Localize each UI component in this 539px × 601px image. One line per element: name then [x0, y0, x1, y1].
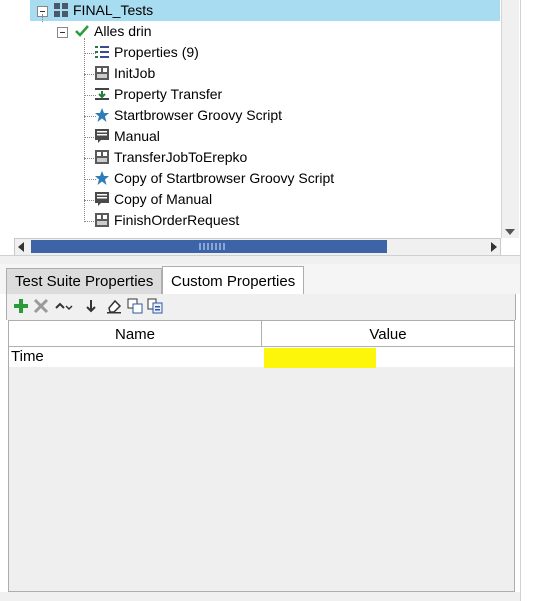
tree-item-label: FINAL_Tests: [73, 2, 154, 18]
tree-horizontal-scrollbar[interactable]: [14, 238, 501, 256]
chevron-down-icon[interactable]: [65, 298, 73, 314]
side-panel-edge: [520, 0, 539, 601]
bottom-border: [0, 592, 520, 601]
column-header-name[interactable]: Name: [9, 321, 262, 346]
tree-item-label: Property Transfer: [114, 86, 223, 102]
tree-item-label: Alles drin: [94, 23, 152, 39]
property-transfer-icon: [95, 87, 109, 101]
tree-item-transferjobtoerepko[interactable]: TransferJobToErepko: [0, 147, 500, 168]
tree-item-startbrowser-groovy-script[interactable]: Startbrowser Groovy Script: [0, 105, 500, 126]
manual-icon: [95, 192, 109, 206]
property-value-cell[interactable]: [264, 348, 376, 368]
properties-toolbar: [6, 294, 516, 320]
project-tree: FINAL_Tests Alles drin Properties (9) In…: [0, 0, 520, 240]
tree-item-final-tests[interactable]: FINAL_Tests: [0, 0, 500, 21]
properties-icon: [95, 45, 109, 59]
tree-item-label: Properties (9): [114, 44, 199, 60]
copy-icon[interactable]: [127, 298, 143, 314]
tree-item-copy-of-manual[interactable]: Copy of Manual: [0, 189, 500, 210]
tree-item-label: FinishOrderRequest: [114, 212, 240, 228]
scrollbar-thumb[interactable]: [31, 240, 387, 253]
panel-splitter[interactable]: [0, 255, 520, 264]
tree-item-label: Copy of Manual: [114, 191, 213, 207]
checkmark-icon: [75, 24, 89, 38]
tree-item-label: InitJob: [114, 65, 156, 81]
load-icon[interactable]: [147, 298, 163, 314]
star-icon: [95, 108, 109, 122]
tree-item-label: Startbrowser Groovy Script: [114, 107, 283, 123]
grip-icon: [199, 243, 225, 250]
property-name-cell[interactable]: Time: [11, 348, 44, 365]
table-header: Name Value: [9, 321, 514, 347]
job-step-icon: [95, 213, 109, 227]
properties-table: Name Value Time: [8, 320, 515, 592]
tree-item-properties[interactable]: Properties (9): [0, 42, 500, 63]
tree-item-label: Manual: [114, 128, 160, 144]
job-step-icon: [95, 66, 109, 80]
tree-item-copy-of-startbrowser-groovy-script[interactable]: Copy of Startbrowser Groovy Script: [0, 168, 500, 189]
clear-icon[interactable]: [106, 298, 122, 314]
table-row[interactable]: Time: [9, 347, 514, 368]
tree-item-manual[interactable]: Manual: [0, 126, 500, 147]
job-step-icon: [95, 150, 109, 164]
tree-item-initjob[interactable]: InitJob: [0, 63, 500, 84]
manual-icon: [95, 129, 109, 143]
tree-item-label: TransferJobToErepko: [114, 149, 248, 165]
remove-icon[interactable]: [33, 298, 49, 314]
tree-item-alles-drin[interactable]: Alles drin: [0, 21, 500, 42]
tree-item-label: Copy of Startbrowser Groovy Script: [114, 170, 335, 186]
tree-vertical-scrollbar[interactable]: [501, 0, 519, 238]
grid-icon: [54, 3, 68, 17]
scroll-left-icon[interactable]: [18, 242, 24, 252]
column-header-value[interactable]: Value: [262, 321, 514, 346]
tree-item-property-transfer[interactable]: Property Transfer: [0, 84, 500, 105]
tree-item-finishorderrequest[interactable]: FinishOrderRequest: [0, 210, 500, 231]
star-icon: [95, 171, 109, 185]
properties-tabs: Test Suite Properties Custom Properties: [0, 264, 520, 295]
tab-custom-properties[interactable]: Custom Properties: [162, 266, 305, 295]
tab-test-suite-properties[interactable]: Test Suite Properties: [6, 268, 163, 295]
move-down-icon[interactable]: [83, 298, 99, 314]
scroll-down-icon[interactable]: [505, 229, 515, 235]
add-icon[interactable]: [13, 298, 29, 314]
scroll-right-icon[interactable]: [491, 242, 497, 252]
